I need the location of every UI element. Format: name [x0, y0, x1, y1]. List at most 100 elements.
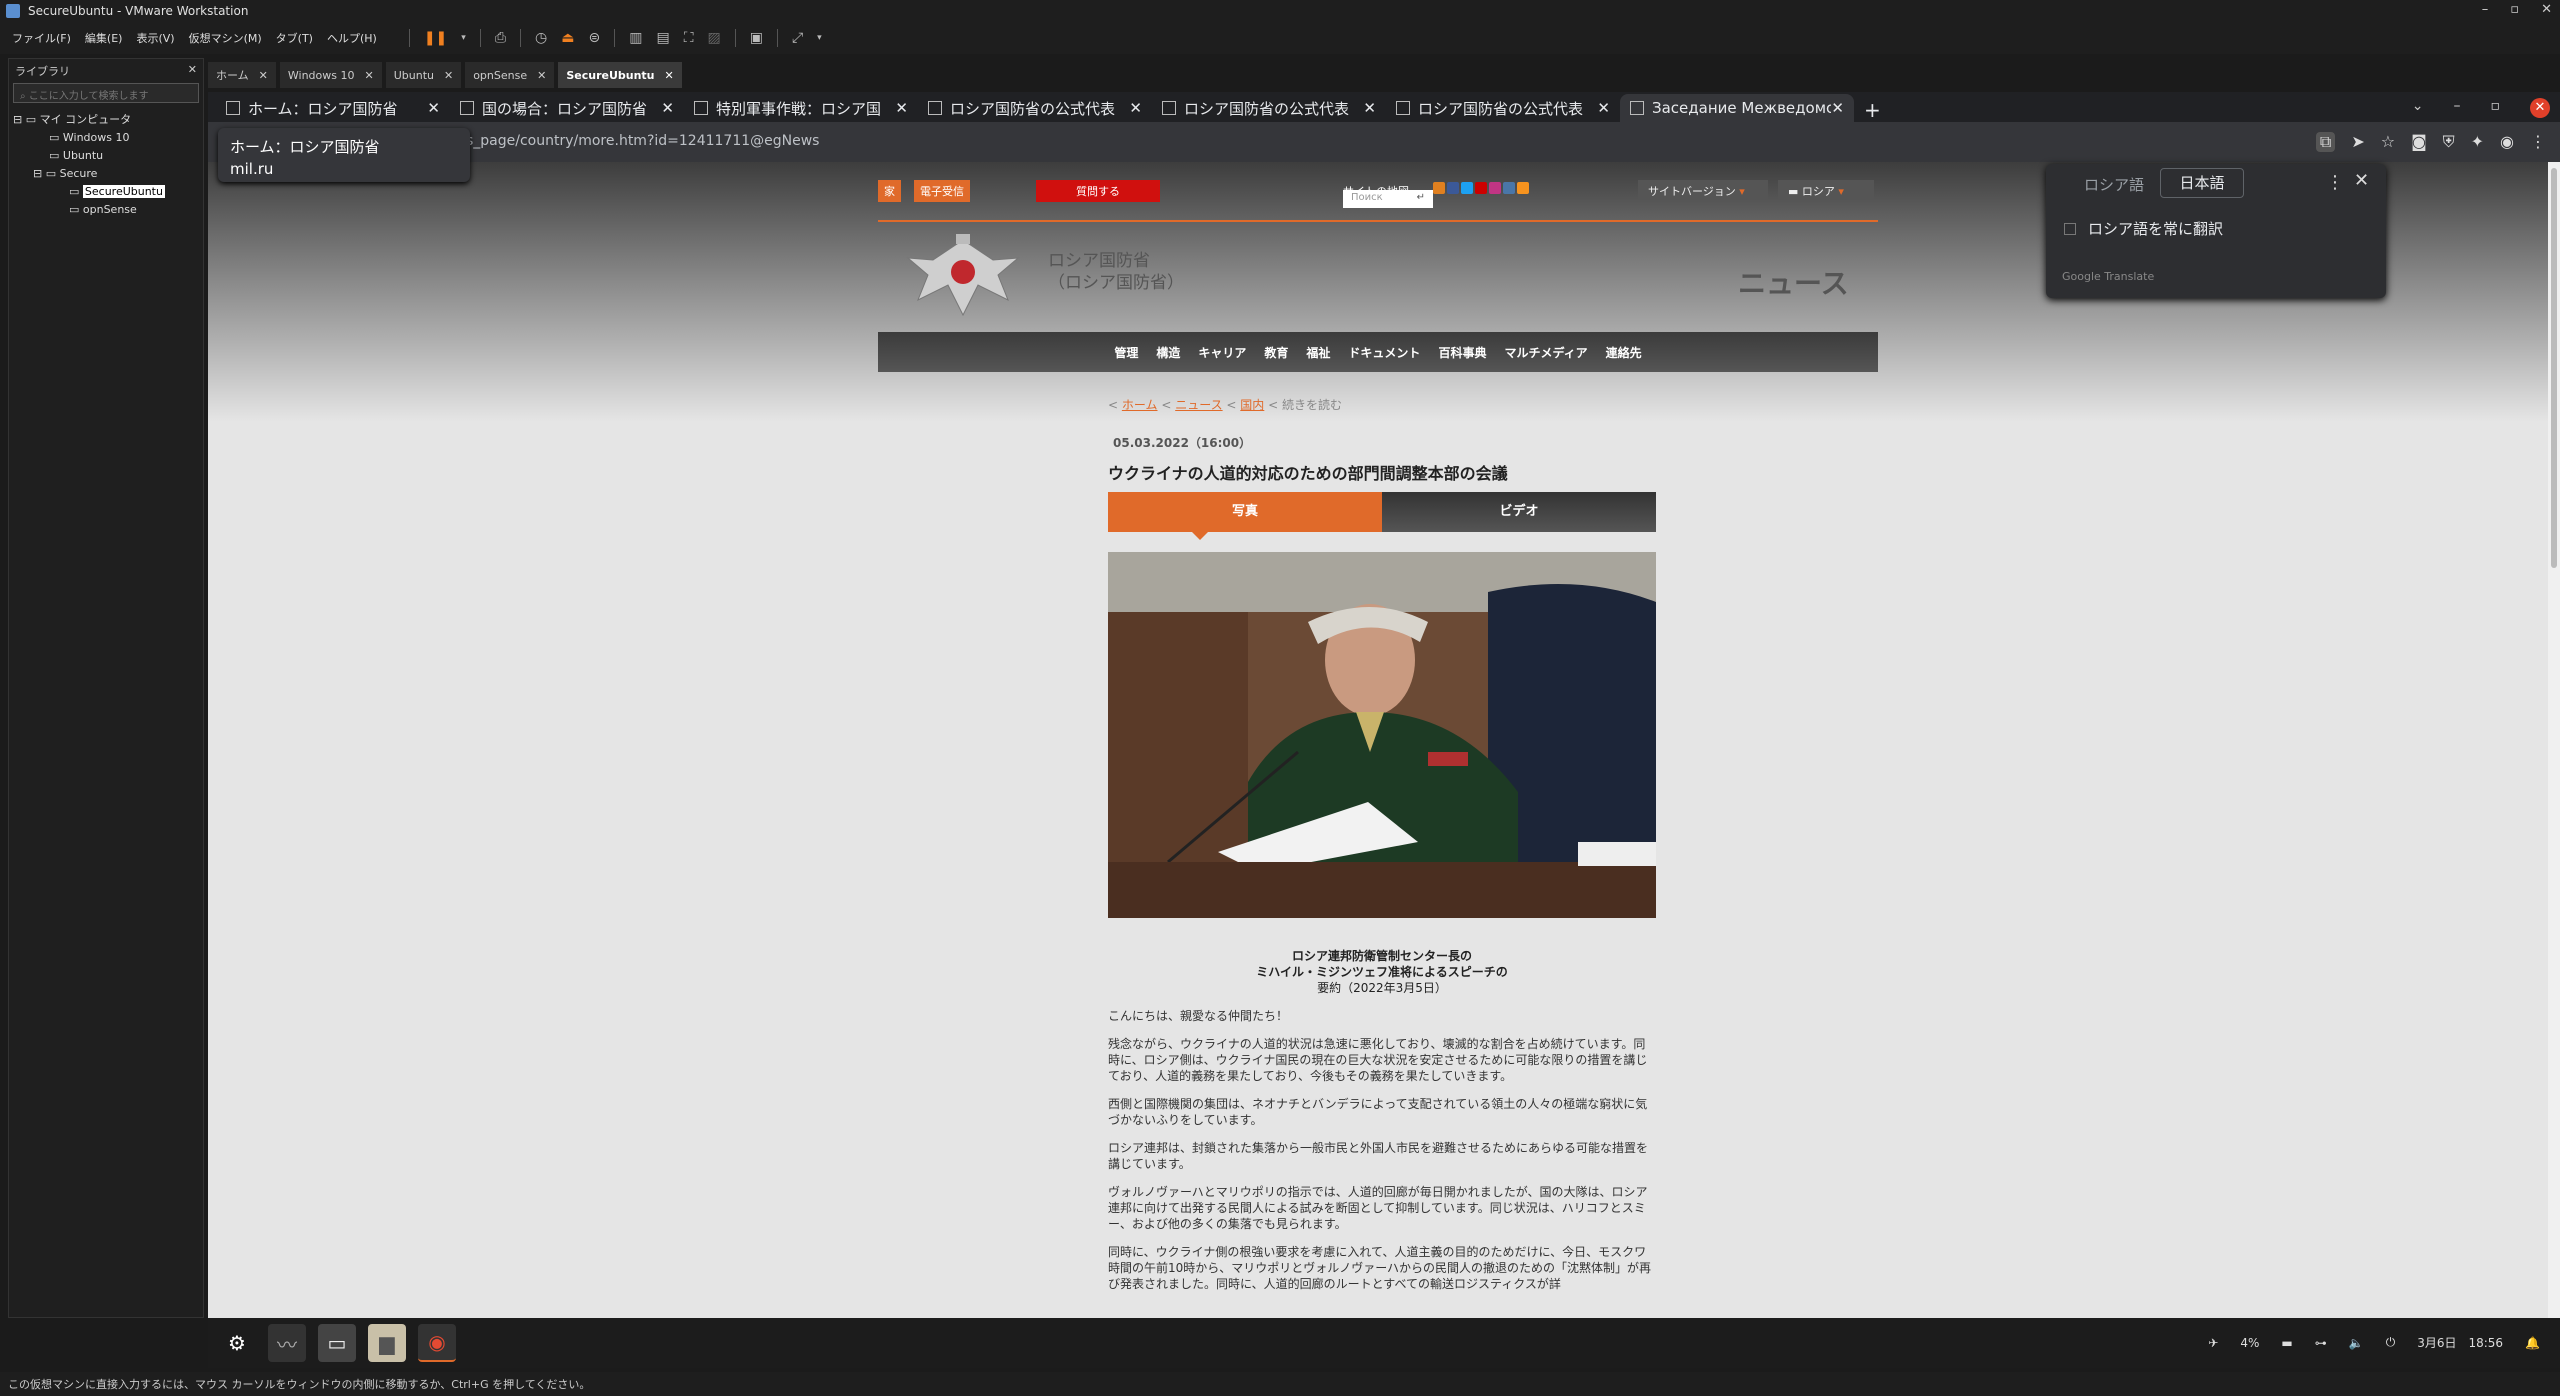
close-icon[interactable]: ✕	[1597, 99, 1610, 117]
nav-item-encyclopedia[interactable]: 百科事典	[1438, 344, 1486, 361]
facebook-icon[interactable]	[1447, 182, 1459, 194]
notifications-icon[interactable]: 🔔	[2525, 1336, 2540, 1350]
translate-target-language[interactable]: 日本語	[2160, 168, 2244, 198]
shield-icon[interactable]: ⛨	[2443, 132, 2455, 152]
snapshot-icon[interactable]: ◷	[535, 30, 547, 46]
nav-item-management[interactable]: 管理	[1114, 344, 1138, 361]
tab-photo[interactable]: 写真	[1108, 492, 1382, 540]
fullscreen-icon[interactable]: ⛶	[684, 30, 694, 46]
odnoklassniki-icon[interactable]	[1517, 182, 1529, 194]
menu-edit[interactable]: 編集(E)	[85, 30, 123, 46]
close-icon[interactable]: ✕	[1363, 99, 1376, 117]
minimize-button[interactable]: –	[2454, 98, 2461, 118]
language-select[interactable]: ▬ ロシア ▾	[1778, 180, 1874, 200]
chrome-tab[interactable]: ロシア国防省の公式代表 ✕	[1152, 94, 1386, 122]
terminal-icon[interactable]: ▭	[318, 1324, 356, 1362]
close-icon[interactable]: ✕	[665, 69, 674, 82]
terminal-icon[interactable]: ▣	[750, 30, 763, 46]
menu-tabs[interactable]: タブ(T)	[276, 30, 313, 46]
vm-tab-home[interactable]: ホーム ✕	[208, 62, 276, 88]
chrome-tab[interactable]: ロシア国防省の公式代表 ✕	[918, 94, 1152, 122]
twitter-icon[interactable]	[1461, 182, 1473, 194]
translate-icon[interactable]: ⧉	[2315, 132, 2336, 152]
kebab-menu-icon[interactable]: ⋮	[2530, 132, 2546, 152]
revert-snapshot-icon[interactable]: ⏏	[561, 30, 574, 46]
tree-item-secure[interactable]: ⊟ ▭ Secure	[9, 165, 203, 183]
translate-source-language[interactable]: ロシア語	[2084, 174, 2144, 195]
site-search-input[interactable]: Поиск ↵	[1343, 190, 1433, 208]
bookmark-star-icon[interactable]: ☆	[2381, 132, 2395, 152]
chrome-tab[interactable]: 特別軍事作戦：ロシア国 ✕	[684, 94, 918, 122]
menu-vm[interactable]: 仮想マシン(M)	[189, 30, 262, 46]
clock[interactable]: 3月6日 18:56	[2417, 1334, 2503, 1351]
site-version-select[interactable]: サイトバージョン ▾	[1638, 180, 1768, 200]
pause-icon[interactable]: ❚❚	[424, 30, 447, 46]
close-icon[interactable]: ✕	[365, 69, 374, 82]
close-icon[interactable]: ✕	[259, 69, 268, 82]
nav-item-education[interactable]: 教育	[1264, 344, 1288, 361]
network-icon[interactable]: ⊶	[2315, 1336, 2327, 1350]
close-icon[interactable]: ✕	[537, 69, 546, 82]
system-monitor-icon[interactable]: 〰	[268, 1324, 306, 1362]
maximize-button[interactable]: ▫	[2510, 2, 2519, 17]
close-icon[interactable]: ✕	[427, 99, 440, 117]
scrollbar-thumb[interactable]	[2551, 168, 2557, 568]
kebab-menu-icon[interactable]: ⋮	[2326, 172, 2344, 193]
close-icon[interactable]: ✕	[1129, 99, 1142, 117]
unity-icon[interactable]: ▨	[708, 30, 721, 46]
library-view-icon[interactable]: ▥	[629, 30, 642, 46]
instagram-icon[interactable]	[1489, 182, 1501, 194]
stretch-icon[interactable]: ⤢	[792, 30, 803, 46]
tree-item-windows10[interactable]: ▭ Windows 10	[9, 129, 203, 147]
nav-item-career[interactable]: キャリア	[1198, 344, 1246, 361]
page-scrollbar[interactable]	[2548, 162, 2560, 1318]
breadcrumb-domestic[interactable]: 国内	[1240, 398, 1264, 412]
tree-item-opnsense[interactable]: ▭ opnSense	[9, 201, 203, 219]
snapshot-manager-icon[interactable]: ⊜	[588, 30, 600, 46]
tree-item-ubuntu[interactable]: ▭ Ubuntu	[9, 147, 203, 165]
new-tab-icon[interactable]: +	[1864, 98, 1881, 122]
library-search-input[interactable]: ⌕ ここに入力して検索します	[13, 83, 199, 103]
rss-icon[interactable]	[1433, 182, 1445, 194]
always-translate-option[interactable]: ロシア語を常に翻訳	[2064, 218, 2223, 239]
tree-item-secureubuntu[interactable]: ▭ SecureUbuntu	[9, 183, 203, 201]
extension-icon[interactable]: ◙	[2411, 132, 2427, 152]
send-keys-icon[interactable]: ⎙	[495, 30, 506, 46]
tree-item-my-computer[interactable]: ⊟ ▭ マイ コンピュータ	[9, 111, 203, 129]
close-icon[interactable]: ✕	[188, 63, 197, 77]
nav-item-multimedia[interactable]: マルチメディア	[1504, 344, 1587, 361]
close-icon[interactable]: ✕	[895, 99, 908, 117]
chrome-tab[interactable]: ホーム：ロシア国防省 ✕	[216, 94, 450, 122]
nav-item-documents[interactable]: ドキュメント	[1348, 344, 1420, 361]
minimize-button[interactable]: –	[2482, 2, 2489, 17]
dropdown-icon[interactable]: ▾	[461, 33, 466, 43]
url-field[interactable]: s_page/country/more.htm?id=12411711@egNe…	[466, 133, 819, 149]
tab-video[interactable]: ビデオ	[1382, 492, 1656, 532]
nav-item-welfare[interactable]: 福祉	[1306, 344, 1330, 361]
nav-item-structure[interactable]: 構造	[1156, 344, 1180, 361]
home-button[interactable]: 家	[878, 180, 901, 202]
console-view-icon[interactable]: ▤	[656, 30, 669, 46]
breadcrumb-news[interactable]: ニュース	[1175, 398, 1222, 412]
keyboard-icon[interactable]: ▬	[2281, 1336, 2292, 1350]
vm-tab-secureubuntu[interactable]: SecureUbuntu ✕	[558, 62, 682, 88]
mouse-mode-icon[interactable]: ✈	[2208, 1336, 2218, 1350]
volume-icon[interactable]: 🔈	[2349, 1336, 2364, 1350]
vm-tab-windows10[interactable]: Windows 10 ✕	[279, 62, 382, 88]
vm-tab-ubuntu[interactable]: Ubuntu ✕	[385, 62, 462, 88]
close-icon[interactable]: ✕	[661, 99, 674, 117]
menu-file[interactable]: ファイル(F)	[12, 30, 71, 46]
ask-question-button[interactable]: 質問する	[1036, 180, 1160, 202]
youtube-icon[interactable]	[1475, 182, 1487, 194]
chrome-tab[interactable]: 国の場合：ロシア国防省 ✕	[450, 94, 684, 122]
close-icon[interactable]: ✕	[444, 69, 453, 82]
vk-icon[interactable]	[1503, 182, 1515, 194]
send-icon[interactable]: ➤	[2351, 132, 2364, 152]
chrome-tab[interactable]: ロシア国防省の公式代表 ✕	[1386, 94, 1620, 122]
nav-item-contacts[interactable]: 連絡先	[1606, 344, 1642, 361]
email-button[interactable]: 電子受信	[914, 180, 970, 202]
always-translate-checkbox[interactable]	[2064, 222, 2076, 235]
menu-view[interactable]: 表示(V)	[136, 30, 174, 46]
enter-icon[interactable]: ↵	[1417, 192, 1425, 203]
close-button[interactable]: ✕	[2541, 2, 2552, 17]
